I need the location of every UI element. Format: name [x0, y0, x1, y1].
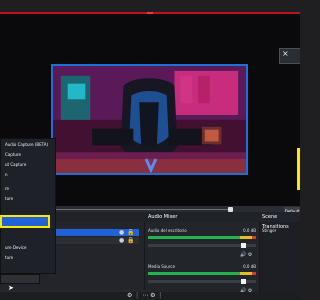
volume-fader-thumb[interactable]: [241, 279, 246, 284]
menu-item-1[interactable]: Audio Capture (BETA): [5, 140, 55, 150]
bottom-icons: ⚙ ⋮ ⋯ ⚙ ⋮: [127, 292, 164, 299]
meter-red: [252, 236, 256, 239]
track-db: 0.0 dB: [243, 264, 256, 269]
track-icons: 🔊 ⚙: [240, 252, 253, 258]
menu-item-2[interactable]: Capture: [5, 150, 55, 160]
track-label: Audio del escritorio: [148, 228, 187, 233]
audio-track-desktop: Audio del escritorio 0.0 dB 🔊 ⚙: [148, 228, 256, 264]
meter-yellow: [240, 272, 252, 275]
track-label: Media Source: [148, 264, 176, 269]
camera-scene: [53, 66, 246, 173]
obs-window: × Default ● 🔒 ● 🔒 Audio Mixer Audio del …: [0, 0, 300, 300]
scene-transition-selected[interactable]: Stinger: [260, 226, 300, 235]
menu-highlight: [0, 215, 50, 228]
recording-top-marker: [147, 12, 153, 14]
left-small-panel: [0, 274, 40, 284]
volume-fader[interactable]: [148, 280, 256, 283]
menu-item-5[interactable]: re: [5, 184, 55, 194]
eye-icon[interactable]: ●: [119, 237, 125, 244]
source-row-2[interactable]: ● 🔒: [56, 237, 139, 244]
audio-mixer-header: Audio Mixer: [145, 212, 263, 222]
volume-fader[interactable]: [148, 244, 256, 247]
menu-item-4[interactable]: n: [5, 170, 55, 180]
meter-red: [252, 272, 256, 275]
volume-fader-thumb[interactable]: [241, 243, 246, 248]
scene-transitions-panel: Scene Transitions Stinger: [260, 212, 300, 300]
menu-item-9[interactable]: ture: [5, 253, 55, 263]
lock-icon[interactable]: 🔒: [127, 237, 134, 244]
menu-item-6[interactable]: ture: [5, 194, 55, 204]
menu-item-3[interactable]: ut Capture: [5, 160, 55, 170]
menu-item-8[interactable]: ure Device: [5, 243, 55, 253]
camera-source[interactable]: [51, 64, 248, 175]
lock-icon[interactable]: 🔒: [127, 229, 134, 236]
timeline-progress: [36, 209, 228, 210]
meter-yellow: [240, 236, 252, 239]
close-icon[interactable]: ×: [282, 50, 289, 58]
yellow-highlight-accent: [297, 148, 300, 190]
audio-mixer-panel: Audio Mixer Audio del escritorio 0.0 dB …: [145, 212, 263, 300]
scene-transitions-header: Scene Transitions: [260, 212, 300, 230]
mouse-pointer-icon: ➤: [8, 284, 14, 292]
source-row-1[interactable]: ● 🔒: [56, 229, 139, 236]
track-db: 0.0 dB: [243, 228, 256, 233]
meter-green: [148, 236, 240, 239]
context-menu: Audio Capture (BETA) Capture ut Capture …: [0, 138, 56, 274]
eye-icon[interactable]: ●: [119, 229, 125, 236]
meter-green: [148, 272, 240, 275]
